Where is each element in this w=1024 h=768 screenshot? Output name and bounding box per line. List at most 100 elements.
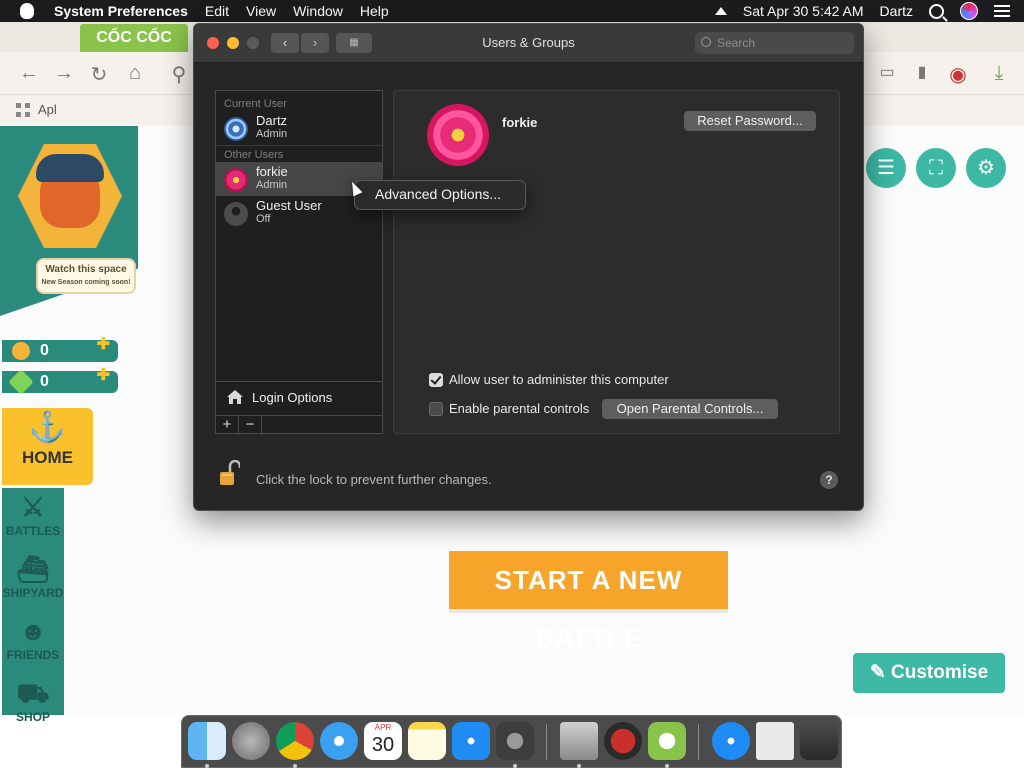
- eject-icon[interactable]: [714, 7, 727, 15]
- unlocked-padlock-icon[interactable]: [220, 460, 240, 486]
- add-user-button[interactable]: +: [216, 416, 239, 435]
- crossed-axes-icon: ⚔: [21, 492, 45, 522]
- sidebar-icon[interactable]: ▮: [911, 62, 933, 82]
- search-input[interactable]: Search: [695, 32, 854, 54]
- coccoc-browser-icon[interactable]: [648, 722, 686, 760]
- calendar-icon[interactable]: APR 30: [364, 722, 402, 760]
- utility-running-dot: [577, 764, 581, 768]
- window-titlebar: ‹ › ▦ Users & Groups Search: [194, 24, 863, 63]
- menu-bar: System Preferences Edit View Window Help…: [0, 0, 1024, 22]
- profile-icon[interactable]: ◉: [947, 62, 969, 87]
- login-options-label: Login Options: [252, 390, 333, 405]
- nav-shop[interactable]: ⛟ SHOP: [2, 674, 64, 736]
- user-role: Off: [256, 213, 271, 225]
- user-picture[interactable]: [427, 104, 489, 166]
- trash-icon[interactable]: [800, 722, 838, 760]
- nav-friends[interactable]: ☻ FRIENDS: [2, 612, 64, 674]
- search-icon: [701, 37, 711, 47]
- system-preferences-icon[interactable]: [496, 722, 534, 760]
- list-menu-button[interactable]: ☰: [866, 148, 906, 188]
- gems-count: 0: [40, 373, 49, 390]
- remove-user-button[interactable]: −: [239, 416, 262, 435]
- bookmark-apps[interactable]: Apl: [38, 102, 57, 117]
- launchpad-icon[interactable]: [232, 722, 270, 760]
- chrome-icon[interactable]: [276, 722, 314, 760]
- user-role: Admin: [256, 128, 288, 140]
- game-sidebar: Watch this space New Season coming soon!…: [0, 126, 140, 724]
- customise-label: Customise: [891, 662, 989, 683]
- menu-window[interactable]: Window: [293, 3, 343, 19]
- reset-password-button[interactable]: Reset Password...: [684, 111, 816, 131]
- notes-icon[interactable]: [408, 722, 446, 760]
- menu-user[interactable]: Dartz: [880, 3, 913, 19]
- watch-subtitle: New Season coming soon!: [41, 279, 131, 286]
- snowflake-avatar-icon: [224, 117, 248, 141]
- guest-avatar-icon: [224, 202, 248, 226]
- basket-icon: ⛟: [16, 678, 50, 708]
- allow-admin-option[interactable]: Allow user to administer this computer: [429, 372, 669, 387]
- start-battle-button[interactable]: START A NEW BATTLE: [449, 551, 728, 653]
- user-detail-pane: forkie Reset Password... Allow user to a…: [393, 90, 840, 434]
- watch-this-space-badge: Watch this space New Season coming soon!: [36, 258, 136, 294]
- speed-gauge-icon[interactable]: [604, 722, 642, 760]
- anchor-icon: ⚓: [28, 411, 67, 444]
- nav-shipyard-label: SHIPYARD: [2, 586, 64, 600]
- nav-battles[interactable]: ⚔ BATTLES: [2, 488, 64, 550]
- home-nav-button[interactable]: ⚓ HOME: [2, 408, 93, 485]
- customise-button[interactable]: ✎ Customise: [853, 653, 1005, 693]
- safari-icon[interactable]: [320, 722, 358, 760]
- menu-bar-status: Sat Apr 30 5:42 AM Dartz: [714, 0, 1010, 22]
- nav-shipyard[interactable]: ⛴ SHIPYARD: [2, 550, 64, 612]
- address-search-icon[interactable]: ⚲: [168, 62, 190, 87]
- allow-admin-checkbox[interactable]: [429, 372, 443, 387]
- siri-icon[interactable]: [960, 2, 978, 20]
- menu-edit[interactable]: Edit: [205, 3, 229, 19]
- nav-shop-label: SHOP: [15, 710, 50, 724]
- fullscreen-button[interactable]: ⛶: [916, 148, 956, 188]
- ship-icon: ⛴: [16, 554, 50, 584]
- menu-view[interactable]: View: [246, 3, 276, 19]
- utility-icon[interactable]: [560, 722, 598, 760]
- watch-title: Watch this space: [45, 264, 127, 275]
- dock: APR 30: [181, 715, 842, 768]
- lock-message: Click the lock to prevent further change…: [256, 472, 492, 487]
- cast-icon[interactable]: ▭: [876, 62, 898, 82]
- download-icon[interactable]: ⤓: [988, 62, 1010, 85]
- user-row-dartz[interactable]: Dartz Admin: [216, 111, 382, 145]
- app-store-icon[interactable]: [452, 722, 490, 760]
- search-placeholder: Search: [717, 36, 756, 50]
- settings-button[interactable]: ⚙: [966, 148, 1006, 188]
- finder-running-dot: [205, 764, 209, 768]
- forward-icon[interactable]: →: [53, 62, 75, 85]
- open-parental-controls-button[interactable]: Open Parental Controls...: [602, 399, 778, 419]
- browser-tab-coccoc[interactable]: CỐC CỐC: [80, 24, 188, 52]
- app-store-folder-icon[interactable]: [712, 722, 750, 760]
- menu-app-name[interactable]: System Preferences: [54, 3, 188, 19]
- parental-controls-option[interactable]: Enable parental controls: [429, 401, 589, 416]
- apple-menu-icon[interactable]: [20, 3, 34, 19]
- notification-center-icon[interactable]: [994, 5, 1010, 17]
- help-button[interactable]: ?: [820, 471, 838, 489]
- fullscreen-icon: ⛶: [929, 157, 943, 179]
- menu-clock[interactable]: Sat Apr 30 5:42 AM: [743, 3, 864, 19]
- wand-icon: ✎: [869, 662, 892, 683]
- reload-icon[interactable]: ↻: [88, 62, 110, 87]
- advanced-options-menu-item[interactable]: Advanced Options...: [375, 186, 501, 202]
- coins-row: 0 ✚: [2, 336, 118, 362]
- coin-icon: [12, 342, 30, 360]
- spotlight-icon[interactable]: [929, 3, 944, 19]
- back-icon[interactable]: ←: [18, 62, 40, 85]
- dock-separator: [546, 724, 547, 760]
- user-name: forkie: [256, 164, 288, 179]
- apps-grid-icon[interactable]: [16, 103, 30, 117]
- finder-icon[interactable]: [188, 722, 226, 760]
- login-options-item[interactable]: Login Options: [216, 381, 382, 414]
- parental-controls-checkbox[interactable]: [429, 401, 443, 416]
- user-list: Current User Dartz Admin Other Users for…: [215, 90, 383, 435]
- user-name: Guest User: [256, 198, 322, 213]
- document-icon[interactable]: [756, 722, 794, 760]
- add-gems-icon[interactable]: ✚: [97, 365, 110, 385]
- add-coins-icon[interactable]: ✚: [97, 334, 110, 354]
- menu-help[interactable]: Help: [360, 3, 389, 19]
- home-icon[interactable]: ⌂: [124, 62, 146, 85]
